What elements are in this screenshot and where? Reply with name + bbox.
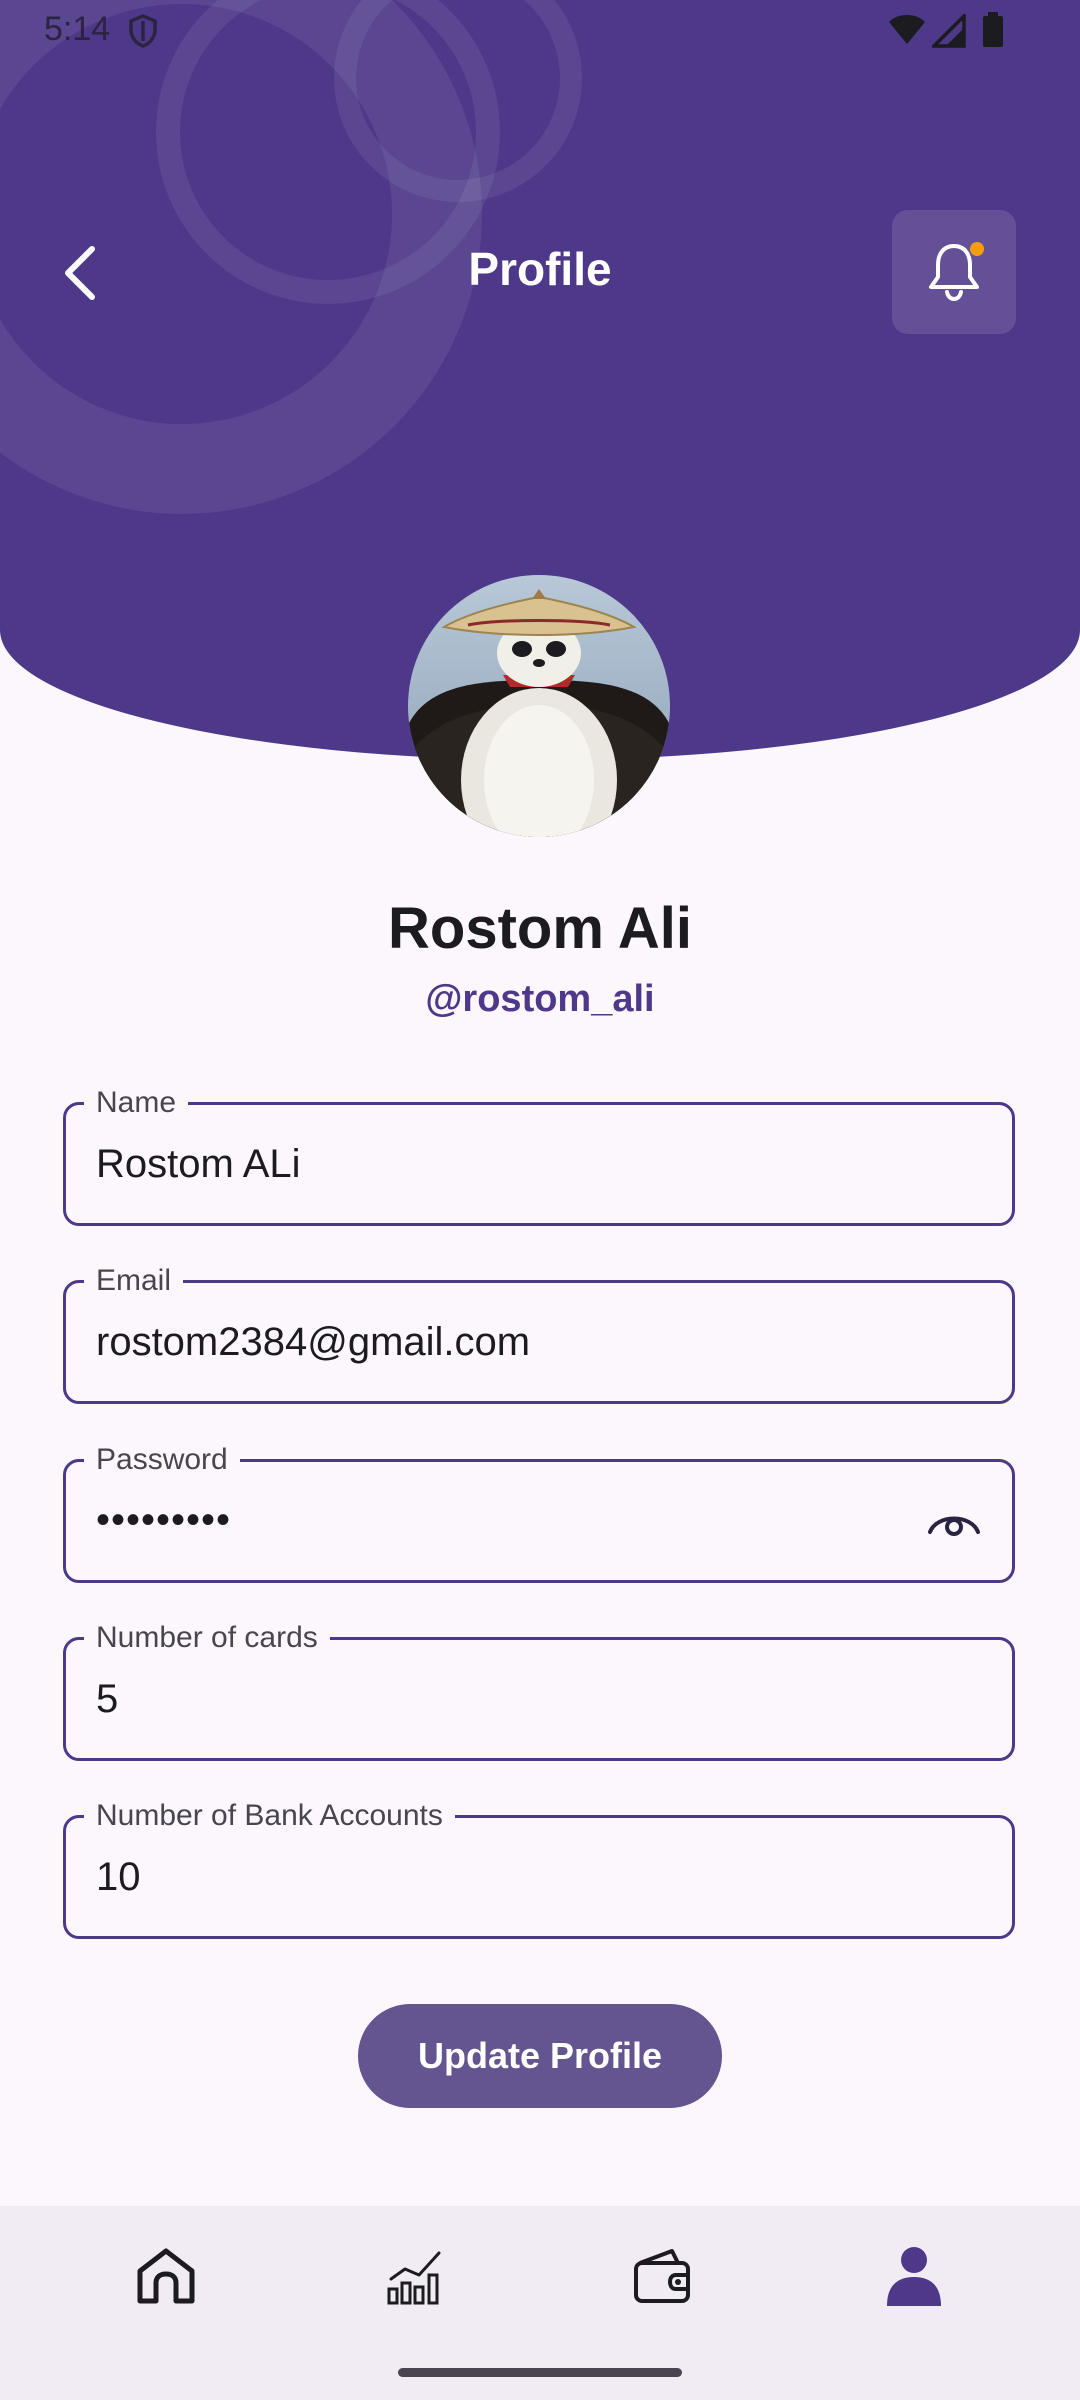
name-field[interactable]: Name [63, 1083, 1015, 1226]
nav-statistics[interactable] [376, 2236, 456, 2316]
email-input[interactable] [96, 1283, 982, 1401]
bottom-navigation [0, 2206, 1080, 2400]
avatar [408, 575, 670, 837]
update-profile-button[interactable]: Update Profile [358, 2004, 722, 2108]
notification-dot [970, 242, 984, 256]
eye-icon [928, 1516, 980, 1536]
notifications-button[interactable] [892, 210, 1016, 334]
shield-icon [128, 14, 158, 53]
wifi-icon [888, 14, 926, 51]
update-profile-label: Update Profile [417, 2035, 663, 2076]
battery-icon [982, 12, 1004, 53]
name-input[interactable] [96, 1105, 982, 1223]
home-icon [137, 2248, 195, 2304]
bank-accounts-input[interactable] [96, 1818, 982, 1936]
nav-profile[interactable] [874, 2236, 954, 2316]
back-button[interactable] [50, 238, 110, 308]
password-field-label: Password [84, 1440, 240, 1480]
nav-wallet[interactable] [624, 2236, 704, 2316]
cards-input[interactable] [96, 1640, 982, 1758]
nav-home[interactable] [126, 2236, 206, 2316]
home-indicator [398, 2368, 682, 2377]
panda-avatar-image [408, 575, 670, 837]
wallet-icon [634, 2249, 690, 2303]
page-title: Profile [468, 243, 612, 295]
signal-icon [929, 11, 966, 53]
person-icon [887, 2247, 941, 2306]
chevron-left-icon [65, 246, 95, 300]
cards-field[interactable]: Number of cards [63, 1618, 1015, 1761]
email-field[interactable]: Email [63, 1261, 1015, 1404]
status-bar: 5:14 [0, 0, 1080, 62]
bank-accounts-field[interactable]: Number of Bank Accounts [63, 1796, 1015, 1939]
toggle-password-visibility[interactable] [924, 1500, 984, 1544]
password-input[interactable]: ••••••••• [96, 1498, 231, 1543]
chart-icon [387, 2251, 441, 2305]
status-time: 5:14 [44, 10, 111, 48]
profile-name: Rostom Ali [388, 896, 692, 961]
profile-handle: @rostom_ali [425, 978, 655, 1020]
password-field[interactable]: Password ••••••••• [63, 1440, 1015, 1583]
